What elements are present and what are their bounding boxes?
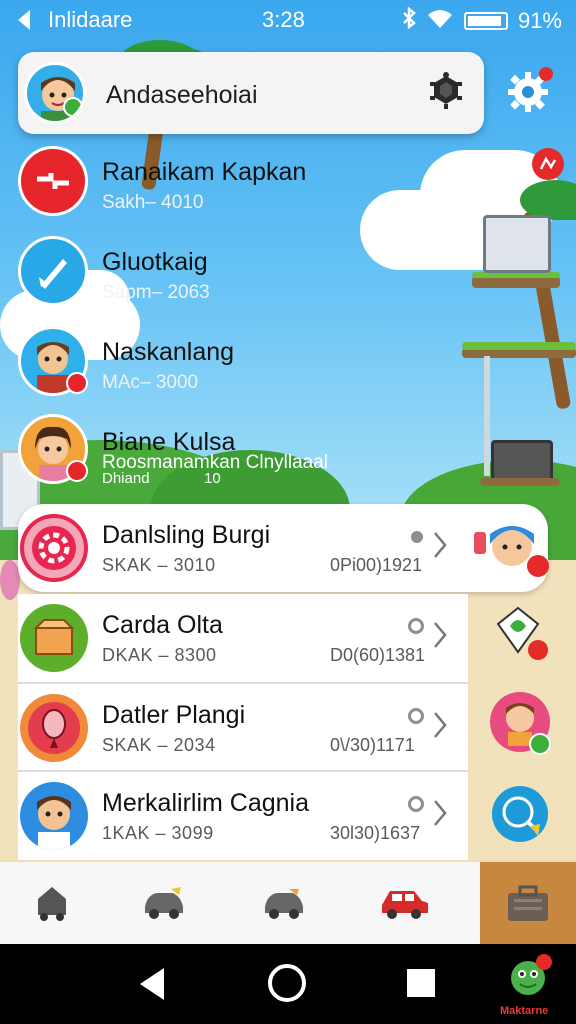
- gear-badge-icon: [20, 514, 88, 582]
- item-sub-2-right: 10: [204, 470, 221, 487]
- status-ring-icon: [408, 796, 424, 812]
- card-item[interactable]: Merkalirlim Cagnia 1KAK – 3099 30l30)163…: [18, 772, 468, 860]
- chevron-right-icon[interactable]: [432, 710, 448, 745]
- kid-avatar-icon[interactable]: [488, 690, 554, 761]
- boy-avatar-icon: [20, 782, 88, 850]
- card-name: Carda Olta: [102, 611, 223, 639]
- card-name: Datler Plangi: [102, 701, 246, 729]
- alert-badge-icon: [66, 460, 88, 482]
- balloon-icon: [20, 694, 88, 762]
- red-car-icon[interactable]: [374, 876, 434, 926]
- kid-avatar-icon[interactable]: [470, 514, 550, 585]
- alert-badge-icon: [66, 372, 88, 394]
- battery-percent: 91%: [517, 8, 562, 33]
- status-icons: 91%: [402, 6, 562, 35]
- list-item[interactable]: Biane Kulsa Roosmanamkan Clnyllaaal Dhia…: [18, 414, 438, 502]
- back-arrow-icon[interactable]: [14, 8, 34, 38]
- card-name: Merkalirlim Cagnia: [102, 789, 309, 817]
- item-name: Ranaikam Kapkan: [102, 158, 307, 186]
- card-code: SKAK – 2034: [102, 735, 216, 755]
- mascot-icon[interactable]: [504, 952, 556, 1009]
- search-map-icon[interactable]: [490, 784, 550, 849]
- card-number: 30l30)1637: [330, 823, 421, 843]
- card-code: SKAK – 3010: [102, 555, 216, 575]
- app-title: Inlidaare: [48, 7, 133, 32]
- status-ring-icon: [408, 708, 424, 724]
- card-item[interactable]: Datler Plangi SKAK – 2034 0\/30)1171: [18, 684, 468, 772]
- home-circle-icon[interactable]: [266, 962, 308, 1009]
- battery-icon: [463, 12, 508, 30]
- search-bar[interactable]: Andaseehoiai: [18, 52, 484, 134]
- item-sub: Sapm– 2063: [102, 282, 210, 303]
- car-icon[interactable]: [254, 876, 314, 926]
- back-icon[interactable]: [136, 964, 168, 1009]
- system-nav-bar: [0, 944, 576, 1024]
- toolbox-icon[interactable]: [480, 862, 576, 944]
- item-sub-2: Dhiand: [102, 470, 150, 487]
- notification-badge-icon[interactable]: [532, 148, 564, 180]
- wifi-icon: [426, 7, 454, 35]
- box-icon: [20, 604, 88, 672]
- item-sub: Sakh– 4010: [102, 192, 204, 213]
- status-dot-icon: [411, 531, 423, 543]
- card-number: 0Pi00)1921: [330, 555, 423, 575]
- card-item[interactable]: Danlsling Burgi SKAK – 3010 0Pi00)1921: [18, 504, 548, 592]
- chevron-right-icon[interactable]: [432, 620, 448, 655]
- card-code: 1KAK – 3099: [102, 823, 214, 843]
- map-pin-icon[interactable]: [494, 604, 554, 667]
- mascot-label: Maktarne: [500, 1005, 549, 1017]
- card-item[interactable]: Carda Olta DKAK – 8300 D0(60)1381: [18, 594, 468, 682]
- rocket-icon: [18, 236, 88, 306]
- search-title: Andaseehoiai: [106, 81, 258, 109]
- screen: Inlidaare 3:28 91% Andaseehoiai Ranaikam…: [0, 0, 576, 1024]
- card-code: DKAK – 8300: [102, 645, 217, 665]
- bottom-nav: [0, 862, 576, 944]
- card-number: 0\/30)1171: [330, 735, 415, 755]
- user-avatar[interactable]: [24, 62, 86, 124]
- turtle-icon[interactable]: [426, 72, 466, 117]
- item-sub: MAc– 3000: [102, 372, 199, 393]
- item-name: Naskanlang: [102, 338, 235, 366]
- list-item[interactable]: Gluotkaig Sapm– 2063: [18, 236, 438, 324]
- chevron-right-icon[interactable]: [432, 798, 448, 833]
- bluetooth-icon: [402, 6, 416, 35]
- item-name: Gluotkaig: [102, 248, 208, 276]
- list-item[interactable]: Naskanlang MAc– 3000: [18, 326, 438, 414]
- chevron-right-icon[interactable]: [432, 530, 448, 565]
- card-number: D0(60)1381: [330, 645, 426, 665]
- clock: 3:28: [262, 7, 305, 32]
- recents-icon[interactable]: [406, 968, 436, 1003]
- settings-gear-icon[interactable]: [506, 66, 554, 119]
- sync-icon: [18, 146, 88, 216]
- status-ring-icon: [408, 618, 424, 634]
- home-icon[interactable]: [22, 876, 82, 926]
- status-bar: Inlidaare 3:28 91%: [0, 0, 576, 40]
- card-name: Danlsling Burgi: [102, 521, 271, 549]
- car-icon[interactable]: [134, 876, 194, 926]
- list-item[interactable]: Ranaikam Kapkan Sakh– 4010: [18, 146, 438, 234]
